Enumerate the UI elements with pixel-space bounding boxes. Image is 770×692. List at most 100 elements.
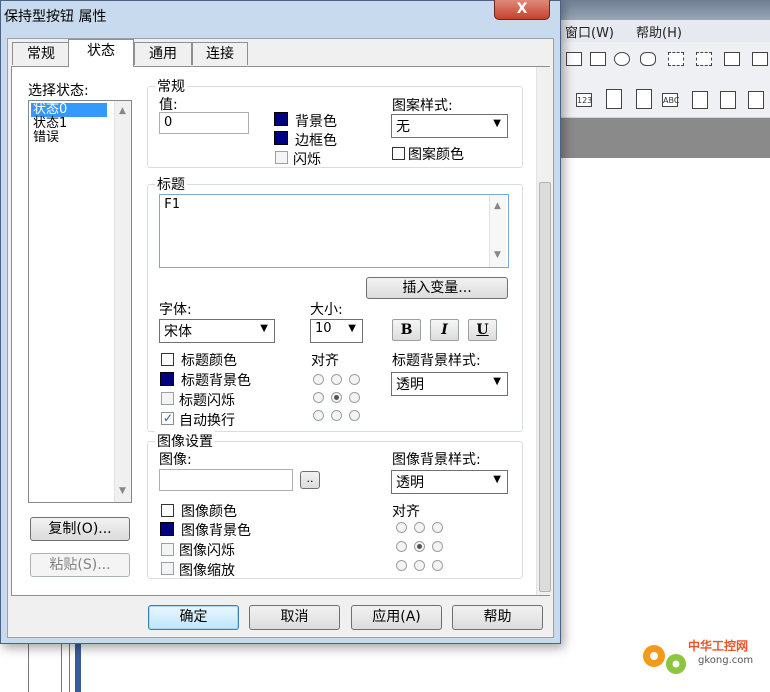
scroll-down-icon[interactable]: ▼: [119, 486, 126, 496]
ok-button[interactable]: 确定: [148, 605, 239, 630]
pattern-color-checkbox[interactable]: [392, 147, 405, 160]
menu-help[interactable]: 帮助(H): [636, 22, 682, 41]
list-item-error[interactable]: 错误: [31, 131, 61, 145]
image-align-top-left-radio[interactable]: [396, 522, 407, 533]
list-scrollbar[interactable]: ▲ ▼: [114, 101, 131, 502]
paste-button[interactable]: 粘贴(S)...: [30, 553, 130, 577]
value-label: 值:: [159, 97, 178, 113]
chevron-down-icon: ▼: [493, 118, 501, 129]
chevron-down-icon: ▼: [493, 474, 501, 485]
tab-general[interactable]: 常规: [12, 42, 70, 65]
align-top-left-radio[interactable]: [313, 374, 324, 385]
browse-button[interactable]: ..: [300, 471, 320, 489]
title-bg-style-label: 标题背景样式:: [392, 353, 481, 369]
cancel-button[interactable]: 取消: [249, 605, 340, 630]
image-blink-checkbox[interactable]: [161, 543, 174, 556]
image-bg-color-swatch[interactable]: [160, 522, 174, 536]
caption-scrollbar[interactable]: ▲ ▼: [489, 195, 506, 267]
font-select[interactable]: 宋体 ▼: [159, 319, 275, 343]
panel-icon[interactable]: [606, 89, 622, 109]
image-align-middle-right-radio[interactable]: [432, 541, 443, 552]
size-value: 10: [315, 321, 332, 336]
font-label: 字体:: [159, 302, 192, 318]
size-select[interactable]: 10 ▼: [310, 319, 363, 343]
align-bottom-left-radio[interactable]: [313, 410, 324, 421]
image-align-top-right-radio[interactable]: [432, 522, 443, 533]
scroll-down-icon[interactable]: ▼: [494, 250, 501, 260]
align-bottom-right-radio[interactable]: [349, 410, 360, 421]
page-scroll-thumb[interactable]: [539, 182, 551, 592]
list-icon[interactable]: [636, 89, 652, 109]
bold-button[interactable]: B: [392, 319, 421, 341]
image-scale-checkbox[interactable]: [161, 562, 174, 575]
value-input[interactable]: 0: [159, 112, 249, 134]
help-button[interactable]: 帮助: [452, 605, 543, 630]
tab-state[interactable]: 状态: [68, 39, 134, 67]
copy-button[interactable]: 复制(O)...: [30, 517, 130, 541]
undo-shape-icon[interactable]: [640, 52, 656, 66]
import-icon[interactable]: [720, 91, 736, 109]
window-icon[interactable]: [692, 91, 708, 109]
title-bg-color-swatch[interactable]: [160, 372, 174, 386]
caption-textarea[interactable]: F1: [159, 194, 509, 268]
bg-color-label: 背景色: [295, 114, 337, 130]
more-icon[interactable]: [752, 52, 768, 66]
scroll-up-icon[interactable]: ▲: [494, 201, 501, 211]
rotate-icon[interactable]: [614, 52, 630, 66]
tab-common[interactable]: 通用: [134, 42, 192, 65]
align-icon[interactable]: [668, 52, 684, 66]
auto-wrap-checkbox[interactable]: ✓: [161, 411, 174, 425]
image-align-bottom-left-radio[interactable]: [396, 560, 407, 571]
close-icon: X: [516, 1, 528, 17]
align-middle-right-radio[interactable]: [349, 392, 360, 403]
menu-window[interactable]: 窗口(W): [565, 22, 614, 41]
align-top-center-radio[interactable]: [331, 374, 342, 385]
bg-color-swatch[interactable]: [274, 112, 288, 126]
image-bg-style-value: 透明: [396, 475, 424, 491]
chevron-down-icon: ▼: [493, 376, 501, 387]
page-scrollbar[interactable]: [536, 67, 553, 595]
list-item-state1[interactable]: 状态1: [31, 117, 69, 131]
close-button[interactable]: X: [494, 0, 550, 20]
image-path-input[interactable]: [159, 469, 293, 491]
list-item-state0[interactable]: 状态0: [31, 103, 107, 117]
underline-button[interactable]: U: [468, 319, 497, 341]
dialog-title: 保持型按钮 属性: [4, 9, 107, 25]
image-align-middle-left-radio[interactable]: [396, 541, 407, 552]
title-color-checkbox[interactable]: [161, 353, 174, 366]
image-align-middle-center-radio[interactable]: [414, 541, 425, 552]
title-bg-style-select[interactable]: 透明 ▼: [391, 372, 508, 396]
align2-icon[interactable]: [696, 52, 712, 66]
chevron-down-icon: ▼: [260, 323, 268, 334]
align-top-right-radio[interactable]: [349, 374, 360, 385]
image-bg-style-select[interactable]: 透明 ▼: [391, 470, 508, 494]
insert-variable-button[interactable]: 插入变量...: [366, 277, 508, 299]
image-blink-label: 图像闪烁: [179, 543, 235, 559]
align-middle-center-radio[interactable]: [331, 392, 342, 403]
border-color-swatch[interactable]: [274, 131, 288, 145]
image-align-top-center-radio[interactable]: [414, 522, 425, 533]
image-color-checkbox[interactable]: [161, 504, 174, 517]
background-toolbar-1: [560, 42, 770, 84]
align-bottom-center-radio[interactable]: [331, 410, 342, 421]
grid-icon[interactable]: [566, 52, 582, 66]
blink-checkbox[interactable]: [275, 151, 288, 164]
italic-button[interactable]: I: [430, 319, 459, 341]
image-align-bottom-right-radio[interactable]: [432, 560, 443, 571]
123-icon[interactable]: 123: [576, 93, 592, 107]
dots-icon[interactable]: [590, 52, 606, 66]
align-middle-left-radio[interactable]: [313, 392, 324, 403]
abc-icon[interactable]: ABC: [662, 93, 679, 107]
title-blink-checkbox[interactable]: [161, 392, 174, 405]
export-icon[interactable]: [748, 91, 764, 109]
caption-text: F1: [164, 197, 180, 212]
pattern-style-select[interactable]: 无 ▼: [391, 114, 508, 138]
image-align-bottom-center-radio[interactable]: [414, 560, 425, 571]
arrange-icon[interactable]: [724, 52, 740, 66]
general-group-label: 常规: [155, 76, 187, 96]
scroll-up-icon[interactable]: ▲: [119, 106, 126, 116]
image-color-label: 图像颜色: [181, 504, 237, 520]
divider: [28, 640, 29, 692]
apply-button[interactable]: 应用(A): [351, 605, 442, 630]
tab-connect[interactable]: 连接: [192, 42, 248, 65]
